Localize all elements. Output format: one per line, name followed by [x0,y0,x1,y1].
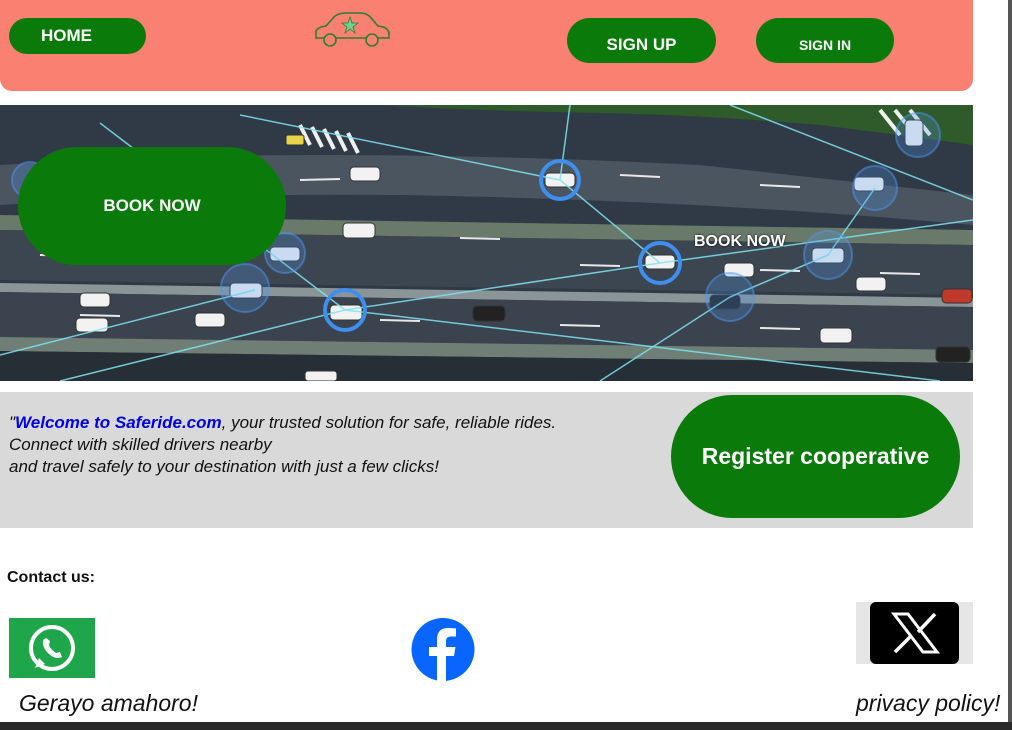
welcome-line-1: , your trusted solution for safe, reliab… [221,413,557,432]
scrollbar-edge[interactable] [1008,0,1012,722]
home-button[interactable]: HOME [9,18,146,54]
bottom-bar [0,722,1012,730]
privacy-policy-link[interactable]: privacy policy! [856,690,1000,717]
welcome-message: "Welcome to Saferide.com, your trusted s… [9,412,649,478]
whatsapp-icon[interactable] [9,618,95,678]
x-icon[interactable] [856,602,973,664]
contact-heading: Contact us: [7,569,95,586]
book-now-overlay-link[interactable]: BOOK NOW [694,233,786,251]
welcome-line-3: and travel safely to your destination wi… [9,457,439,476]
brand-name: Welcome to Saferide.com [15,413,222,432]
sign-in-button[interactable]: SIGN IN [756,18,894,63]
welcome-line-2: Connect with skilled drivers nearby [9,435,272,454]
register-cooperative-button[interactable]: Register cooperative [671,395,960,518]
facebook-icon[interactable] [411,618,475,681]
slogan-text: Gerayo amahoro! [19,690,198,716]
sign-up-button[interactable]: SIGN UP [567,18,716,63]
book-now-button[interactable]: BOOK NOW [18,147,286,265]
car-icon[interactable] [312,11,392,49]
